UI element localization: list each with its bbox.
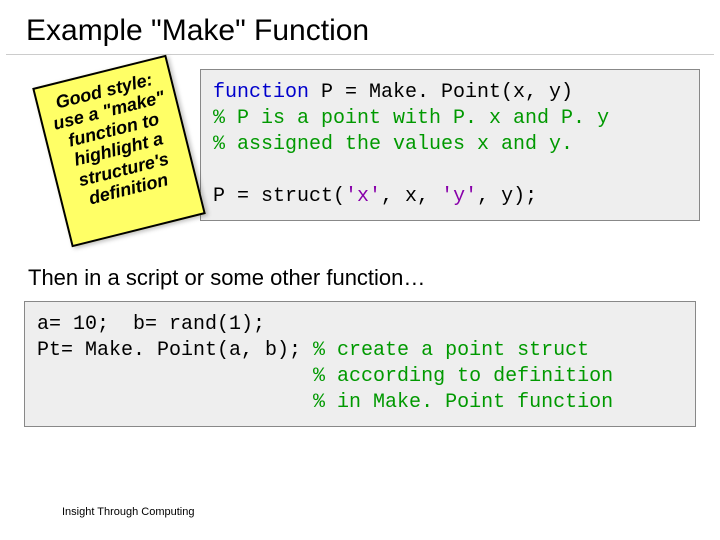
code-keyword: function	[213, 81, 309, 104]
code-string: 'y'	[441, 185, 477, 208]
sticky-note: Good style: use a "make" function to hig…	[32, 55, 206, 248]
top-row: Good style: use a "make" function to hig…	[0, 55, 720, 265]
code-comment: % in Make. Point function	[37, 391, 613, 414]
code-text: P = Make. Point(x, y)	[309, 81, 573, 104]
code-text: , y);	[477, 185, 537, 208]
footer-text: Insight Through Computing	[62, 506, 195, 518]
mid-text: Then in a script or some other function…	[0, 265, 720, 301]
code-block-1: function P = Make. Point(x, y) % P is a …	[200, 69, 700, 221]
code-text: a= 10; b= rand(1);	[37, 313, 265, 336]
code-text: , x,	[381, 185, 441, 208]
code-comment: % create a point struct	[313, 339, 589, 362]
code-comment: % assigned the values x and y.	[213, 133, 573, 156]
code-string: 'x'	[345, 185, 381, 208]
code-comment: % according to definition	[37, 365, 613, 388]
code-text: P = struct(	[213, 185, 345, 208]
slide-title: Example "Make" Function	[6, 0, 714, 55]
code-text: Pt= Make. Point(a, b);	[37, 339, 313, 362]
sticky-wrap: Good style: use a "make" function to hig…	[20, 69, 200, 259]
code-comment: % P is a point with P. x and P. y	[213, 107, 609, 130]
code-block-2: a= 10; b= rand(1); Pt= Make. Point(a, b)…	[24, 301, 696, 427]
